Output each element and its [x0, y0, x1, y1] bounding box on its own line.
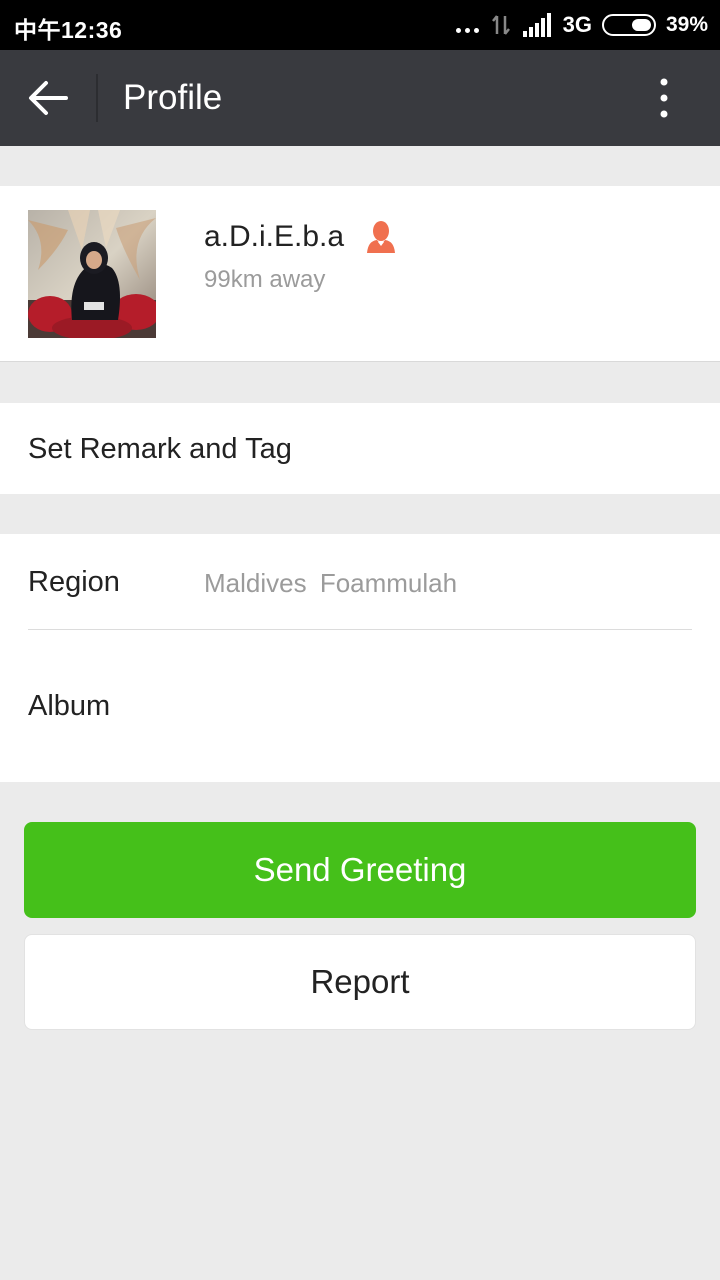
set-remark-label: Set Remark and Tag: [28, 433, 292, 465]
nickname: a.D.i.E.b.a: [204, 220, 345, 253]
female-icon: [367, 221, 395, 253]
app-bar: Profile: [0, 50, 720, 146]
status-bar: 中午12:36 3G 39%: [0, 0, 720, 50]
page-title: Profile: [123, 78, 223, 117]
status-indicators: 3G 39%: [455, 11, 708, 39]
set-remark-row[interactable]: Set Remark and Tag: [0, 403, 720, 494]
album-row[interactable]: Album: [0, 630, 720, 782]
send-greeting-button[interactable]: Send Greeting: [24, 822, 696, 918]
battery-percent: 39%: [665, 13, 708, 36]
signal-strength-icon: [522, 13, 551, 37]
region-label: Region: [28, 566, 120, 598]
arrow-left-icon[interactable]: [26, 78, 70, 118]
more-vertical-icon[interactable]: [648, 78, 680, 118]
album-label: Album: [28, 690, 111, 722]
battery-icon: [601, 14, 656, 36]
avatar[interactable]: [28, 210, 156, 338]
network-type: 3G: [562, 12, 592, 37]
region-value: Maldives Foammulah: [204, 568, 458, 598]
appbar-divider: [96, 74, 98, 122]
region-row: Region Maldives Foammulah: [0, 534, 720, 630]
notification-dots-icon: [455, 15, 479, 35]
distance-text: 99km away: [204, 266, 326, 293]
profile-card: a.D.i.E.b.a 99km away: [0, 186, 720, 362]
data-transfer-icon: [491, 15, 510, 35]
info-card: Region Maldives Foammulah Album: [0, 534, 720, 782]
report-button[interactable]: Report: [24, 934, 696, 1030]
status-time: 中午12:36: [14, 17, 123, 43]
